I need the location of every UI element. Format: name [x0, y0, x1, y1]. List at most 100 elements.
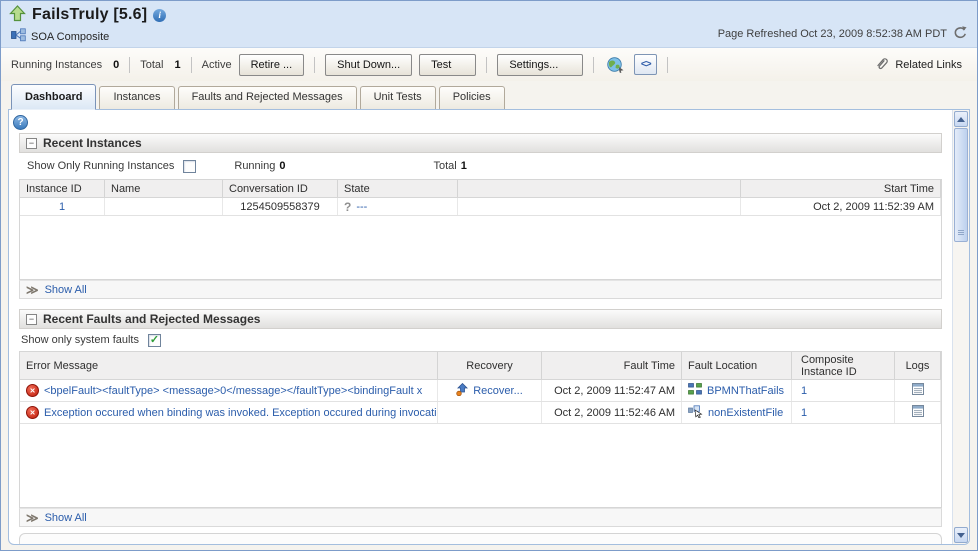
recent-faults-header[interactable]: Recent Faults and Rejected Messages [19, 309, 942, 329]
separator [593, 56, 595, 73]
instance-id-link[interactable]: 1 [59, 201, 65, 213]
section-title: Recent Instances [43, 136, 142, 150]
composite-instance-id-link[interactable]: 1 [801, 407, 807, 419]
col-error-message[interactable]: Error Message [20, 352, 438, 379]
scroll-down-icon[interactable] [954, 527, 968, 543]
up-navigation-icon[interactable] [9, 5, 26, 25]
tab-policies[interactable]: Policies [438, 86, 505, 109]
col-fault-time[interactable]: Fault Time [542, 352, 682, 379]
error-icon [26, 384, 39, 397]
dashboard-panel: Recent Instances Show Only Running Insta… [8, 109, 970, 545]
log-icon[interactable] [911, 405, 924, 420]
page-title: FailsTruly [5.6] [32, 6, 148, 23]
state-link[interactable]: --- [356, 201, 367, 213]
settings-button[interactable]: Settings... [497, 53, 584, 76]
table-header-row: Error Message Recovery Fault Time Fault … [20, 352, 941, 380]
total-count-value: 1 [460, 160, 467, 172]
tab-unit-tests[interactable]: Unit Tests [359, 86, 436, 109]
refresh-icon[interactable] [953, 26, 967, 42]
table-header-row: Instance ID Name Conversation ID State S… [20, 180, 941, 198]
separator [667, 56, 669, 73]
separator [314, 56, 316, 73]
col-name[interactable]: Name [105, 180, 223, 197]
collapse-icon[interactable] [26, 313, 37, 325]
col-recovery[interactable]: Recovery [438, 352, 542, 379]
soa-composite-home-page: FailsTruly [5.6] SOA Composite Page Refr… [0, 0, 978, 551]
error-message-link[interactable]: <bpelFault><faultType> <message>0</messa… [44, 385, 422, 397]
col-composite-instance-id[interactable]: Composite Instance ID [792, 352, 895, 379]
shut-down-button[interactable]: Shut Down... [325, 53, 413, 76]
table-row[interactable]: 1 1254509558379 ? --- Oct 2, 2009 11:52:… [20, 198, 941, 216]
table-row[interactable]: <bpelFault><faultType> <message>0</messa… [20, 380, 941, 402]
next-section-stub [19, 533, 942, 544]
related-links-label: Related Links [895, 58, 962, 71]
soa-composite-icon [11, 28, 26, 45]
related-links-menu[interactable]: Related Links [875, 56, 973, 73]
recent-instances-header[interactable]: Recent Instances [19, 133, 942, 153]
tab-instances[interactable]: Instances [99, 86, 175, 109]
separator [190, 56, 192, 73]
separator [129, 56, 131, 73]
conversation-id-cell: 1254509558379 [223, 198, 338, 215]
table-empty-area [20, 424, 941, 507]
col-state[interactable]: State [338, 180, 458, 197]
recover-icon [456, 382, 469, 399]
col-start-time[interactable]: Start Time [741, 180, 941, 197]
xml-source-icon[interactable] [634, 54, 658, 75]
col-logs[interactable]: Logs [895, 352, 941, 379]
error-icon [26, 406, 39, 419]
fault-time-cell: Oct 2, 2009 11:52:47 AM [542, 380, 682, 401]
separator [486, 56, 488, 73]
recent-faults-section: Recent Faults and Rejected Messages Show… [19, 309, 942, 527]
reference-file-icon [688, 404, 703, 421]
fault-time-cell: Oct 2, 2009 11:52:46 AM [542, 402, 682, 423]
faults-show-all-link[interactable]: Show All [45, 512, 87, 524]
recent-instances-section: Recent Instances Show Only Running Insta… [19, 133, 942, 299]
instance-name-cell [105, 198, 223, 215]
system-faults-checkbox[interactable] [148, 333, 161, 347]
recover-link[interactable]: Recover... [473, 385, 523, 397]
vertical-scrollbar[interactable] [952, 110, 969, 544]
context-menu-label[interactable]: SOA Composite [31, 31, 109, 43]
running-count-label: Running [234, 160, 276, 172]
bpmn-component-icon [688, 383, 702, 398]
show-all-icon [26, 285, 39, 295]
spacer-cell [458, 198, 741, 215]
running-count-value: 0 [279, 160, 286, 172]
col-conversation-id[interactable]: Conversation ID [223, 180, 338, 197]
table-row[interactable]: Exception occured when binding was invok… [20, 402, 941, 424]
active-status-label: Active [201, 58, 232, 71]
composite-toolbar: Running Instances 0 Total 1 Active Retir… [1, 48, 977, 81]
info-icon[interactable] [153, 8, 167, 22]
col-instance-id[interactable]: Instance ID [20, 180, 105, 197]
recovery-cell-empty [438, 402, 542, 423]
scrollbar-thumb[interactable] [954, 128, 968, 242]
col-fault-location[interactable]: Fault Location [682, 352, 792, 379]
page-header: FailsTruly [5.6] SOA Composite Page Refr… [1, 1, 977, 48]
scroll-up-icon[interactable] [954, 111, 968, 127]
total-value: 1 [174, 58, 181, 71]
running-instances-label: Running Instances [11, 58, 103, 71]
collapse-icon[interactable] [26, 137, 37, 149]
instances-show-all-link[interactable]: Show All [45, 284, 87, 296]
section-title: Recent Faults and Rejected Messages [43, 312, 261, 326]
fault-location-link[interactable]: BPMNThatFails [707, 385, 784, 397]
test-endpoint-globe-icon[interactable] [604, 54, 627, 75]
scrollbar-track[interactable] [953, 242, 969, 526]
recent-instances-table: Instance ID Name Conversation ID State S… [19, 179, 942, 280]
error-message-link[interactable]: Exception occured when binding was invok… [44, 407, 437, 419]
show-only-running-checkbox[interactable] [183, 159, 197, 173]
show-all-icon [26, 513, 39, 523]
log-icon[interactable] [911, 383, 924, 398]
retire-button[interactable]: Retire ... [238, 53, 305, 76]
col-spacer [458, 180, 741, 197]
test-button[interactable]: Test [419, 53, 477, 76]
unknown-state-icon: ? [344, 199, 352, 214]
help-icon[interactable] [13, 115, 28, 130]
tab-faults-and-rejected-messages[interactable]: Faults and Rejected Messages [177, 86, 357, 109]
composite-instance-id-link[interactable]: 1 [801, 385, 807, 397]
total-count-label: Total [433, 160, 457, 172]
fault-location-link[interactable]: nonExistentFile [708, 407, 783, 419]
tab-dashboard[interactable]: Dashboard [11, 84, 97, 110]
table-empty-area [20, 216, 941, 279]
